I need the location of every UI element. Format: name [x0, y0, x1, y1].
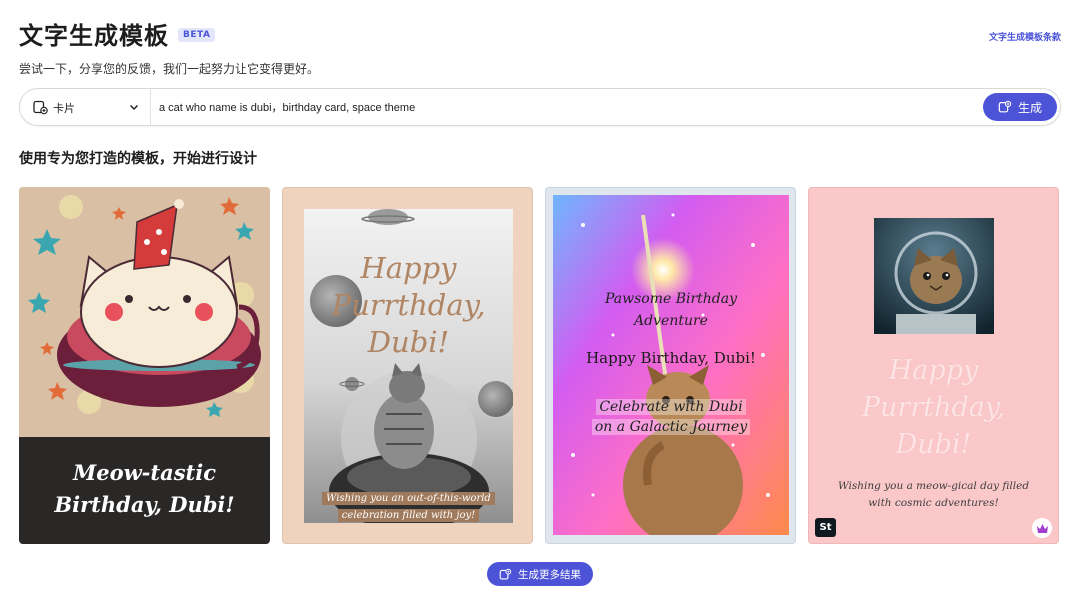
card-4-title: Happy Purrthday, Dubi! — [861, 355, 1006, 460]
card-3-heading: Pawsome Birthday Adventure — [604, 291, 738, 329]
prompt-input[interactable] — [159, 95, 979, 119]
astronaut-cat-photo — [874, 218, 994, 334]
card-4-message: Wishing you a meow-gical day filled with… — [837, 480, 1030, 509]
cartoon-cat-illustration — [19, 187, 270, 434]
card-2-message: Wishing you an out-of-this-world celebra… — [317, 490, 500, 524]
generate-button-label: 生成 — [1017, 100, 1042, 115]
sparkle-plus-icon — [998, 100, 1012, 113]
card-3-message: Celebrate with Dubi on a Galactic Journe… — [553, 397, 789, 437]
prompt-bar: 卡片 生成 — [19, 88, 1061, 126]
template-type-dropdown[interactable]: 卡片 — [20, 89, 151, 125]
template-card-2[interactable]: Happy Purrthday, Dubi! Wishing you an ou… — [282, 187, 533, 544]
template-type-label: 卡片 — [53, 102, 75, 115]
sparkle-plus-icon — [499, 568, 512, 580]
page-subtitle: 尝试一下，分享您的反馈，我们一起努力让它变得更好。 — [19, 62, 320, 76]
crown-icon — [1032, 518, 1052, 538]
section-title: 使用专为您打造的模板，开始进行设计 — [19, 151, 257, 167]
template-card-3[interactable]: Pawsome Birthday Adventure Happy Birthda… — [545, 187, 796, 544]
generate-button[interactable]: 生成 — [983, 93, 1057, 121]
card-plus-icon — [33, 100, 48, 115]
template-card-1[interactable]: Meow-tastic Birthday, Dubi! — [19, 187, 270, 544]
generate-more-button[interactable]: 生成更多结果 — [487, 562, 593, 586]
page-title: 文字生成模板 — [19, 22, 169, 50]
card-2-title: Happy Purrthday, Dubi! — [331, 251, 486, 359]
terms-link[interactable]: 文字生成模板条款 — [989, 30, 1061, 43]
card-3-greeting: Happy Birthday, Dubi! — [586, 349, 756, 367]
adobe-stock-badge: St — [815, 518, 836, 537]
card-1-text: Meow-tastic Birthday, Dubi! — [54, 460, 235, 517]
template-card-4[interactable]: Happy Purrthday, Dubi! Wishing you a meo… — [808, 187, 1059, 544]
chevron-down-icon — [129, 104, 139, 111]
generate-more-label: 生成更多结果 — [518, 568, 581, 581]
beta-badge: BETA — [178, 28, 216, 42]
